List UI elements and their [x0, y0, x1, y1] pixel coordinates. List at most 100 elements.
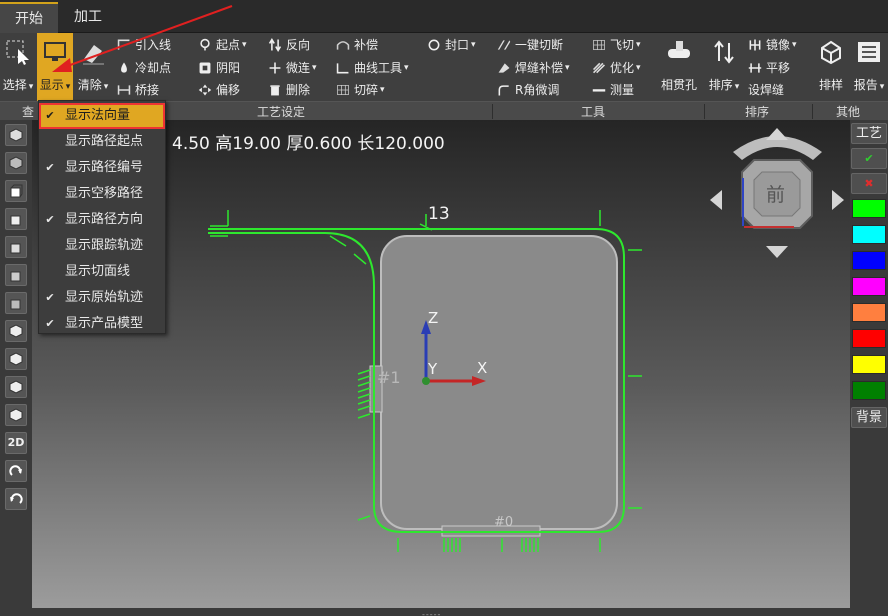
color-swatch-yellow[interactable]	[852, 355, 886, 374]
cube-icon	[9, 156, 23, 170]
group-label-view: 查	[22, 105, 35, 119]
display-button[interactable]: 显示	[37, 33, 73, 101]
cube-icon	[10, 271, 21, 282]
r-corner-button[interactable]: R角微调	[497, 81, 559, 98]
view-cube-label: 前	[766, 184, 785, 206]
measure-button[interactable]: 测量	[592, 81, 634, 98]
menu-item-show-tracking-trace[interactable]: 显示跟踪轨迹	[39, 233, 165, 259]
menu-item-show-product-model[interactable]: ✔ 显示产品模型	[39, 311, 165, 337]
z-axis-label: Z	[428, 309, 438, 327]
compensate-button[interactable]: 补偿	[336, 36, 378, 53]
tab-machining[interactable]: 加工	[60, 2, 116, 33]
view-iso-2-button[interactable]	[5, 348, 27, 370]
color-swatch-magenta[interactable]	[852, 277, 886, 296]
bottom-splitter[interactable]: -----	[32, 608, 850, 616]
translate-icon	[748, 62, 762, 73]
color-swatch-orange[interactable]	[852, 303, 886, 322]
path-number-label: 13	[428, 204, 450, 224]
weld-comp-button[interactable]: 焊缝补偿	[497, 59, 570, 76]
rotate-cw-icon	[9, 465, 22, 476]
menu-item-show-normal-vectors[interactable]: ✔ 显示法向量	[39, 103, 165, 129]
background-button[interactable]: 背景	[851, 407, 887, 428]
color-swatch-cyan[interactable]	[852, 225, 886, 244]
one-key-cut-button[interactable]: 一键切断	[497, 36, 563, 53]
yin-yang-button[interactable]: 阴阳	[198, 59, 240, 76]
view-iso-button[interactable]	[5, 124, 27, 146]
confirm-button[interactable]: ✔	[851, 148, 887, 169]
view-back-button[interactable]	[5, 208, 27, 230]
reverse-button[interactable]: 反向	[268, 36, 310, 53]
menu-item-show-original-trace[interactable]: ✔ 显示原始轨迹	[39, 285, 165, 311]
select-button[interactable]: 选择	[0, 33, 36, 101]
rotate-ccw-button[interactable]	[5, 488, 27, 510]
rotate-cw-button[interactable]	[5, 460, 27, 482]
translate-button[interactable]: 平移	[748, 59, 790, 76]
offset-button[interactable]: 偏移	[198, 81, 240, 98]
nesting-button[interactable]: 排样	[814, 33, 848, 101]
view-iso-1-button[interactable]	[5, 320, 27, 342]
group-separator	[704, 104, 705, 119]
pipe-icon	[668, 41, 690, 58]
cube-icon	[10, 299, 21, 310]
fly-cut-button[interactable]: 飞切	[592, 36, 641, 53]
menu-item-show-section-line[interactable]: 显示切面线	[39, 259, 165, 285]
menu-item-show-rapid-path[interactable]: 显示空移路径	[39, 181, 165, 207]
view-top-button[interactable]	[5, 152, 27, 174]
part-body	[380, 235, 618, 530]
set-weld-button[interactable]: 设焊缝	[748, 81, 784, 98]
seal-button[interactable]: 封口	[427, 36, 476, 53]
start-point-button[interactable]: 起点	[198, 36, 247, 53]
view-2d-button[interactable]: 2D	[5, 432, 27, 454]
view-right-button[interactable]	[5, 264, 27, 286]
optimize-button[interactable]: 优化	[592, 59, 641, 76]
optimize-icon	[593, 62, 605, 73]
view-front-button[interactable]	[5, 180, 27, 202]
view-iso-3-button[interactable]	[5, 376, 27, 398]
menu-item-show-path-number[interactable]: ✔ 显示路径编号	[39, 155, 165, 181]
arrow-right-icon	[832, 190, 844, 210]
compensate-icon	[336, 40, 350, 50]
menu-item-show-path-start[interactable]: 显示路径起点	[39, 129, 165, 155]
app-window: 开始 加工 选择 显示 清除 引入线 冷却点 桥接 起点 阴阳 偏移 反向 微连…	[0, 0, 888, 616]
cube-icon	[9, 128, 23, 142]
view-cube[interactable]: 前	[710, 128, 844, 258]
trash-icon	[270, 84, 280, 95]
color-swatch-red[interactable]	[852, 329, 886, 348]
cut-fragment-button[interactable]: 切碎	[336, 81, 385, 98]
mirror-button[interactable]: 镜像	[748, 36, 797, 53]
drop-icon	[121, 62, 127, 73]
color-swatch-blue[interactable]	[852, 251, 886, 270]
lead-in-button[interactable]: 引入线	[117, 36, 171, 53]
delete-button[interactable]: 删除	[268, 81, 310, 98]
process-button[interactable]: 工艺	[851, 123, 887, 144]
view-left-button[interactable]	[5, 236, 27, 258]
sort-button[interactable]: 排序	[706, 33, 742, 101]
micro-link-button[interactable]: 微连	[268, 59, 317, 76]
report-icon	[858, 42, 880, 62]
menu-item-show-path-direction[interactable]: ✔ 显示路径方向	[39, 207, 165, 233]
color-swatch-green[interactable]	[852, 199, 886, 218]
bridge-button[interactable]: 桥接	[117, 81, 159, 98]
curve-tools-button[interactable]: 曲线工具	[336, 59, 409, 76]
cancel-button[interactable]: ✖	[851, 173, 887, 194]
group-label-process: 工艺设定	[257, 105, 306, 119]
select-icon	[6, 40, 29, 65]
group-label-tools: 工具	[581, 105, 606, 119]
color-swatch-dark-green[interactable]	[852, 381, 886, 400]
bottom-path-label: #0	[494, 515, 513, 530]
eraser-icon	[83, 45, 104, 65]
clear-button[interactable]: 清除	[75, 33, 111, 101]
bridge-icon	[117, 84, 131, 95]
x-axis-label: X	[477, 359, 487, 377]
circle-icon	[428, 39, 440, 50]
cool-point-button[interactable]: 冷却点	[117, 59, 171, 76]
r-corner-icon	[498, 84, 509, 95]
view-iso-4-button[interactable]	[5, 404, 27, 426]
view-bottom-button[interactable]	[5, 292, 27, 314]
y-axis-label: Y	[427, 360, 438, 378]
path-label: #1	[377, 368, 401, 387]
group-label-sort: 排序	[745, 105, 770, 119]
tab-start[interactable]: 开始	[0, 2, 58, 33]
report-button[interactable]: 报告	[850, 33, 888, 101]
intersect-hole-button[interactable]: 相贯孔	[656, 33, 702, 101]
